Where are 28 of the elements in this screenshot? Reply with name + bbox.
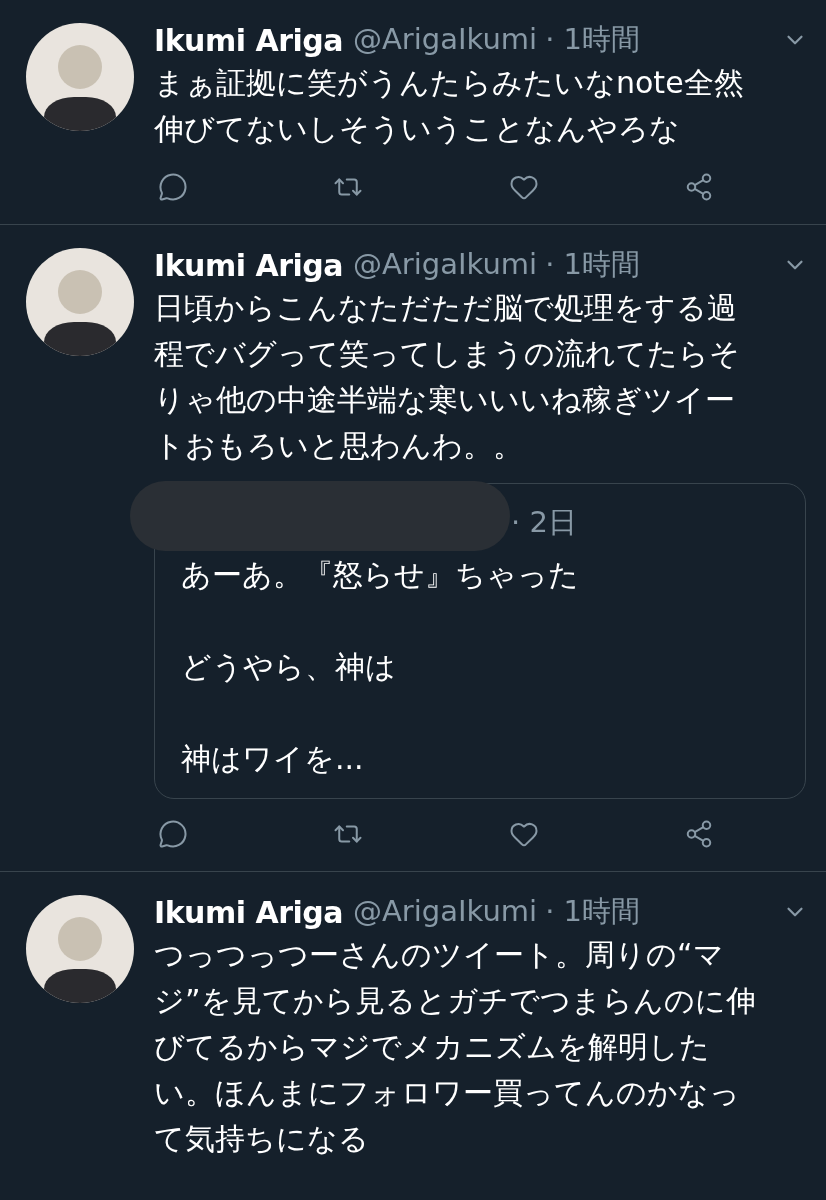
tweet-text-line: りゃ他の中途半端な寒いいいね稼ぎツイー bbox=[154, 381, 735, 419]
share-icon[interactable] bbox=[684, 819, 714, 849]
user-handle: @ArigaIkumi bbox=[353, 246, 538, 284]
tweet-time: · 1時間 bbox=[545, 21, 640, 59]
tweet-time: · 1時間 bbox=[545, 246, 640, 284]
user-handle: @ArigaIkumi bbox=[353, 21, 538, 59]
tweet-text-line: つっつっつーさんのツイート。周りの“マ bbox=[154, 936, 724, 974]
tweet-text-line: 程でバグって笑ってしまうの流れてたらそ bbox=[154, 335, 740, 373]
tweet-text-line: ジ”を見てから見るとガチでつまらんのに伸 bbox=[154, 982, 756, 1020]
tweet-text-line: て気持ちになる bbox=[154, 1120, 369, 1158]
reply-icon[interactable] bbox=[158, 819, 188, 849]
quoted-tweet-time: · 2日 bbox=[511, 504, 577, 542]
reply-icon[interactable] bbox=[158, 172, 188, 202]
tweet-text-line: い。ほんまにフォロワー買ってんのかなっ bbox=[154, 1074, 740, 1112]
tweet-text-line: 日頃からこんなただただ脳で処理をする過 bbox=[154, 289, 737, 327]
display-name[interactable]: Ikumi Ariga bbox=[154, 889, 343, 935]
share-icon[interactable] bbox=[684, 172, 714, 202]
user-handle: @ArigaIkumi bbox=[353, 893, 538, 931]
tweet-text-line: 伸びてないしそういうことなんやろな bbox=[154, 110, 680, 148]
quoted-tweet-paragraph: どうやら、神は bbox=[181, 648, 396, 686]
display-name[interactable]: Ikumi Ariga bbox=[154, 17, 343, 63]
tweet-text-line: まぁ証拠に笑がうんたらみたいなnote全然 bbox=[154, 64, 744, 102]
quoted-tweet-paragraph: 神はワイを... bbox=[181, 740, 364, 778]
quoted-tweet-paragraph: あーあ。『怒らせ』ちゃった bbox=[181, 556, 579, 594]
tweet-text-line: びてるからマジでメカニズムを解明した bbox=[154, 1028, 710, 1066]
tweet-time: · 1時間 bbox=[545, 893, 640, 931]
display-name[interactable]: Ikumi Ariga bbox=[154, 242, 343, 288]
tweet-text-line: トおもろいと思わんわ。。 bbox=[154, 427, 523, 465]
